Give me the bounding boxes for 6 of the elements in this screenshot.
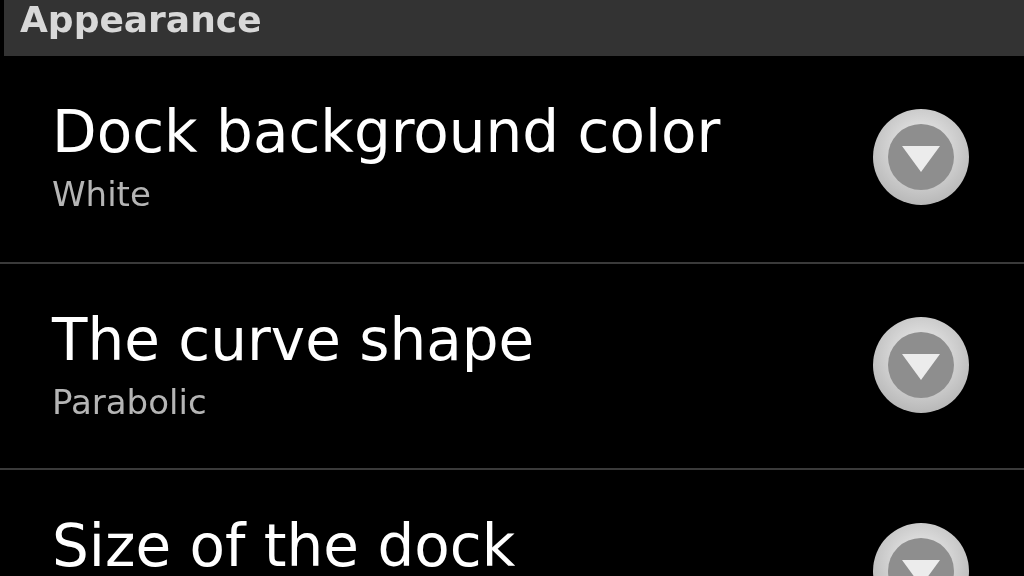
setting-title[interactable]: Size of the dock [52, 516, 872, 576]
setting-value: Parabolic [52, 381, 208, 424]
setting-title[interactable]: The curve shape [52, 310, 872, 370]
setting-title[interactable]: Dock background color [52, 102, 872, 162]
section-title: Appearance [20, 0, 262, 42]
setting-value: White [52, 173, 152, 216]
